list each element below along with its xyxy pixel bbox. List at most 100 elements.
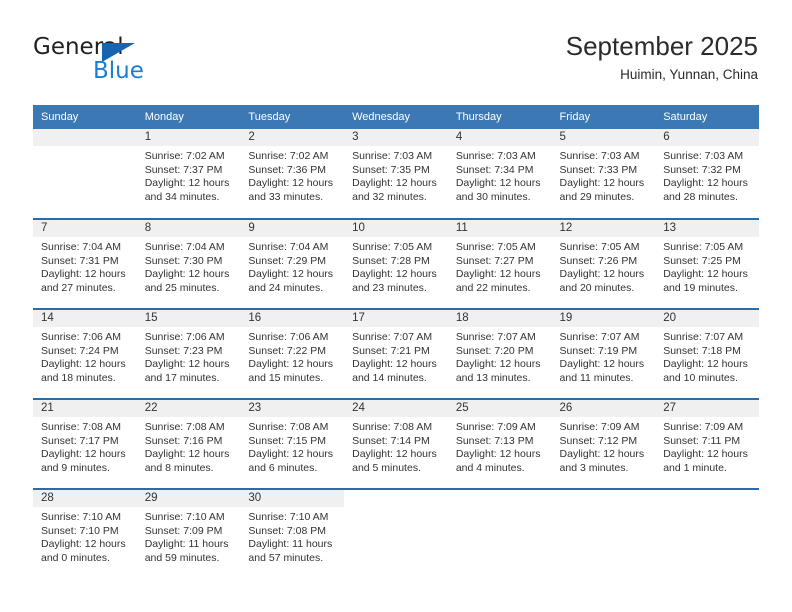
sunset-text: Sunset: 7:30 PM (144, 254, 223, 267)
sunrise-text: Sunrise: 7:05 AM (663, 241, 744, 253)
day-details: Sunrise: 7:03 AM Sunset: 7:35 PM Daylight:… (344, 146, 448, 204)
calendar-day-cell-7[interactable]: 7 Sunrise: 7:04 AM Sunset: 7:31 PM Daylight… (33, 218, 137, 309)
sunset-text: Sunset: 7:32 PM (663, 163, 741, 176)
daylight-text-cont: and 8 minutes. (144, 461, 214, 474)
calendar-day-cell-3[interactable]: 3 Sunrise: 7:03 AM Sunset: 7:35 PM Daylight… (344, 129, 448, 219)
weekday-header-saturday: Saturday (655, 105, 759, 129)
day-number: 5 (551, 129, 656, 146)
sunset-text: Sunset: 7:23 PM (144, 344, 223, 357)
day-details: Sunrise: 7:02 AM Sunset: 7:37 PM Daylight:… (137, 146, 241, 204)
day-details: Sunrise: 7:08 AM Sunset: 7:16 PM Daylight:… (137, 417, 241, 475)
calendar-day-cell-27[interactable]: 27 Sunrise: 7:09 AM Sunset: 7:11 PM Dayligh… (655, 398, 759, 489)
daylight-text: Daylight: 12 hours (559, 448, 645, 461)
day-number: 22 (136, 400, 241, 417)
daylight-text-cont: and 0 minutes. (41, 551, 110, 564)
calendar-day-cell-26[interactable]: 26 Sunrise: 7:09 AM Sunset: 7:12 PM Dayligh… (551, 398, 656, 489)
sunset-text: Sunset: 7:37 PM (144, 163, 223, 176)
day-number: 27 (655, 400, 759, 417)
daylight-text: Daylight: 12 hours (352, 448, 437, 461)
day-number: 26 (551, 400, 656, 417)
calendar-day-cell-9[interactable]: 9 Sunrise: 7:04 AM Sunset: 7:29 PM Daylight… (240, 218, 345, 309)
sunset-text: Sunset: 7:20 PM (455, 344, 534, 357)
general-blue-logo[interactable]: General Blue (33, 34, 213, 86)
calendar-day-cell-12[interactable]: 12 Sunrise: 7:05 AM Sunset: 7:26 PM Dayligh… (551, 218, 656, 309)
daylight-text: Daylight: 12 hours (41, 538, 126, 551)
calendar-day-cell-6[interactable]: 6 Sunrise: 7:03 AM Sunset: 7:32 PM Daylight… (655, 129, 759, 219)
calendar-day-cell-1[interactable]: 1 Sunrise: 7:02 AM Sunset: 7:37 PM Daylight… (136, 129, 241, 219)
day-details: Sunrise: 7:02 AM Sunset: 7:36 PM Daylight:… (240, 146, 344, 204)
day-number: 29 (136, 490, 241, 507)
calendar-day-cell-2[interactable]: 2 Sunrise: 7:02 AM Sunset: 7:36 PM Daylight… (240, 129, 345, 219)
sunset-text: Sunset: 7:31 PM (41, 254, 119, 267)
calendar-day-cell-17[interactable]: 17 Sunrise: 7:07 AM Sunset: 7:21 PM Dayligh… (344, 308, 448, 399)
calendar-day-cell-18[interactable]: 18 Sunrise: 7:07 AM Sunset: 7:20 PM Dayligh… (447, 308, 552, 399)
calendar-day-cell-25[interactable]: 25 Sunrise: 7:09 AM Sunset: 7:13 PM Dayligh… (447, 398, 552, 489)
calendar-day-cell-21[interactable]: 21 Sunrise: 7:08 AM Sunset: 7:17 PM Dayligh… (33, 398, 137, 489)
calendar-day-cell-5[interactable]: 5 Sunrise: 7:03 AM Sunset: 7:33 PM Daylight… (551, 129, 656, 219)
day-number: 11 (447, 220, 552, 237)
calendar-day-cell-28[interactable]: 28 Sunrise: 7:10 AM Sunset: 7:10 PM Dayligh… (33, 488, 137, 579)
daylight-text-cont: and 11 minutes. (559, 371, 634, 384)
day-number: 20 (655, 310, 759, 327)
daylight-text: Daylight: 12 hours (559, 177, 645, 190)
calendar-body: 1 Sunrise: 7:02 AM Sunset: 7:37 PM Daylight… (33, 129, 759, 579)
daylight-text: Daylight: 12 hours (248, 268, 334, 281)
calendar-day-cell-20[interactable]: 20 Sunrise: 7:07 AM Sunset: 7:18 PM Dayligh… (655, 308, 759, 399)
calendar-day-cell-14[interactable]: 14 Sunrise: 7:06 AM Sunset: 7:24 PM Dayligh… (33, 308, 137, 399)
day-details: Sunrise: 7:09 AM Sunset: 7:13 PM Daylight:… (448, 417, 552, 475)
calendar-day-cell-8[interactable]: 8 Sunrise: 7:04 AM Sunset: 7:30 PM Daylight… (136, 218, 241, 309)
sunrise-text: Sunrise: 7:08 AM (248, 421, 329, 433)
calendar-day-cell-23[interactable]: 23 Sunrise: 7:08 AM Sunset: 7:15 PM Dayligh… (240, 398, 345, 489)
calendar-day-cell-30[interactable]: 30 Sunrise: 7:10 AM Sunset: 7:08 PM Dayligh… (240, 488, 345, 579)
calendar-day-cell-4[interactable]: 4 Sunrise: 7:03 AM Sunset: 7:34 PM Daylight… (447, 129, 552, 219)
calendar-day-cell-24[interactable]: 24 Sunrise: 7:08 AM Sunset: 7:14 PM Dayligh… (344, 398, 448, 489)
sunrise-text: Sunrise: 7:05 AM (559, 241, 640, 253)
daylight-text-cont: and 22 minutes. (455, 281, 531, 294)
day-details (344, 507, 448, 511)
calendar-day-cell-15[interactable]: 15 Sunrise: 7:06 AM Sunset: 7:23 PM Dayligh… (136, 308, 241, 399)
calendar-day-cell-10[interactable]: 10 Sunrise: 7:05 AM Sunset: 7:28 PM Dayligh… (344, 218, 448, 309)
daylight-text: Daylight: 11 hours (248, 538, 333, 551)
day-number: 19 (551, 310, 656, 327)
sunset-text: Sunset: 7:19 PM (559, 344, 638, 357)
day-number (551, 490, 656, 507)
day-details (448, 507, 552, 511)
sunset-text: Sunset: 7:17 PM (41, 434, 119, 447)
calendar-table: Sunday Monday Tuesday Wednesday Thursday Frid… (33, 105, 759, 579)
daylight-text: Daylight: 12 hours (352, 268, 437, 281)
daylight-text: Daylight: 12 hours (41, 448, 126, 461)
sunset-text: Sunset: 7:16 PM (144, 434, 223, 447)
sunset-text: Sunset: 7:18 PM (663, 344, 741, 357)
calendar-day-cell-11[interactable]: 11 Sunrise: 7:05 AM Sunset: 7:27 PM Dayligh… (447, 218, 552, 309)
calendar-day-cell-22[interactable]: 22 Sunrise: 7:08 AM Sunset: 7:16 PM Dayligh… (136, 398, 241, 489)
calendar-day-cell-empty (344, 488, 448, 579)
calendar-day-cell-16[interactable]: 16 Sunrise: 7:06 AM Sunset: 7:22 PM Dayligh… (240, 308, 345, 399)
sunrise-text: Sunrise: 7:10 AM (144, 511, 225, 523)
calendar-day-cell-empty (447, 488, 552, 579)
sunrise-text: Sunrise: 7:10 AM (248, 511, 329, 523)
day-number: 7 (33, 220, 137, 237)
sunset-text: Sunset: 7:33 PM (559, 163, 638, 176)
sunset-text: Sunset: 7:22 PM (248, 344, 327, 357)
calendar-day-cell-13[interactable]: 13 Sunrise: 7:05 AM Sunset: 7:25 PM Dayligh… (655, 218, 759, 309)
daylight-text: Daylight: 12 hours (455, 177, 541, 190)
sunset-text: Sunset: 7:28 PM (352, 254, 430, 267)
day-number: 15 (136, 310, 241, 327)
calendar-day-cell-19[interactable]: 19 Sunrise: 7:07 AM Sunset: 7:19 PM Dayligh… (551, 308, 656, 399)
calendar-week-row: 7 Sunrise: 7:04 AM Sunset: 7:31 PM Daylight… (33, 218, 759, 309)
day-number: 24 (344, 400, 448, 417)
sunset-text: Sunset: 7:29 PM (248, 254, 327, 267)
sunrise-text: Sunrise: 7:02 AM (144, 150, 225, 162)
sunrise-text: Sunrise: 7:08 AM (144, 421, 225, 433)
day-details (655, 507, 759, 511)
daylight-text: Daylight: 12 hours (248, 177, 334, 190)
calendar-day-cell-29[interactable]: 29 Sunrise: 7:10 AM Sunset: 7:09 PM Dayligh… (136, 488, 241, 579)
sunrise-text: Sunrise: 7:09 AM (559, 421, 640, 433)
day-details: Sunrise: 7:05 AM Sunset: 7:25 PM Daylight:… (655, 237, 759, 295)
daylight-text-cont: and 1 minute. (663, 461, 727, 474)
title-block: September 2025 Huimin, Yunnan, China (566, 30, 758, 83)
day-details: Sunrise: 7:03 AM Sunset: 7:34 PM Daylight:… (448, 146, 552, 204)
daylight-text: Daylight: 12 hours (144, 358, 230, 371)
day-details: Sunrise: 7:06 AM Sunset: 7:22 PM Daylight:… (240, 327, 344, 385)
sunset-text: Sunset: 7:27 PM (455, 254, 534, 267)
